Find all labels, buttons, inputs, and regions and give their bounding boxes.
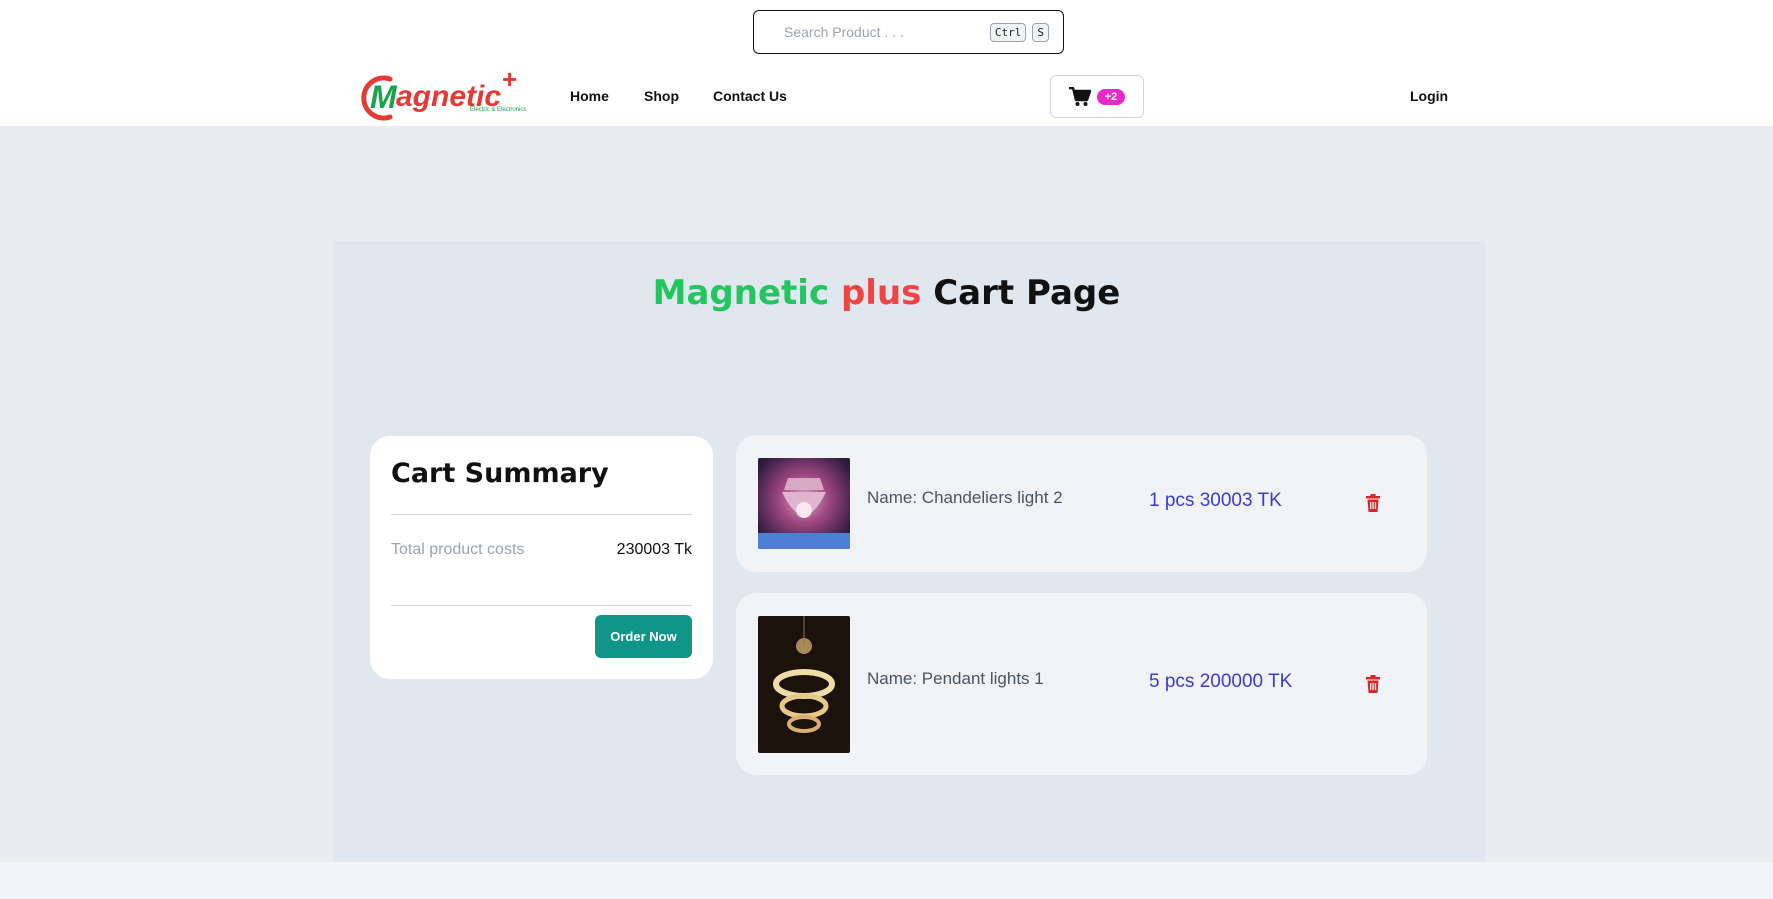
total-cost-value: 230003 Tk xyxy=(616,541,692,558)
search-placeholder: Search Product . . . xyxy=(784,24,904,40)
cart-icon xyxy=(1068,86,1091,106)
trash-icon[interactable] xyxy=(1366,494,1380,512)
shortcut-key-ctrl: Ctrl xyxy=(989,22,1027,42)
divider xyxy=(391,605,692,606)
shortcut-key-s: S xyxy=(1032,22,1049,42)
brand-logo[interactable]: M agnetic + Electric & Electronics xyxy=(360,64,526,124)
title-cart-page: Cart Page xyxy=(933,273,1121,313)
product-name: Name: Pendant lights 1 xyxy=(867,669,1044,688)
order-now-button[interactable]: Order Now xyxy=(595,615,692,658)
logo-tagline: Electric & Electronics xyxy=(470,107,526,113)
cart-item: Name: Chandeliers light 2 1 pcs 30003 TK xyxy=(736,435,1427,572)
cart-count-badge: +2 xyxy=(1096,88,1126,105)
total-cost-label: Total product costs xyxy=(391,541,525,558)
divider xyxy=(391,514,692,515)
login-link[interactable]: Login xyxy=(1410,88,1448,104)
product-image-chandelier[interactable] xyxy=(758,458,850,549)
cart-summary-card: Cart Summary Total product costs 230003 … xyxy=(370,436,713,679)
title-plus: plus xyxy=(840,273,922,313)
search-input[interactable]: Search Product . . . Ctrl S xyxy=(753,10,1064,54)
product-image-pendant[interactable] xyxy=(758,616,850,753)
nav-shop[interactable]: Shop xyxy=(644,88,679,104)
page-title: Magnetic plus Cart Page xyxy=(0,273,1773,313)
product-name: Name: Chandeliers light 2 xyxy=(867,488,1063,507)
logo-graphic: M agnetic + Electric & Electronics xyxy=(361,64,526,121)
title-magnetic: Magnetic xyxy=(652,273,830,313)
cart-button[interactable]: +2 xyxy=(1050,75,1144,118)
cart-item: Name: Pendant lights 1 5 pcs 200000 TK xyxy=(736,593,1427,775)
footer-band xyxy=(0,862,1773,899)
cart-summary-heading: Cart Summary xyxy=(391,458,609,489)
svg-text:M: M xyxy=(370,79,398,115)
nav-home[interactable]: Home xyxy=(570,88,609,104)
trash-icon[interactable] xyxy=(1366,675,1380,693)
nav-contact-us[interactable]: Contact Us xyxy=(713,88,787,104)
svg-text:+: + xyxy=(502,70,517,94)
product-qty-price: 5 pcs 200000 TK xyxy=(1149,671,1293,692)
product-qty-price: 1 pcs 30003 TK xyxy=(1149,490,1282,511)
